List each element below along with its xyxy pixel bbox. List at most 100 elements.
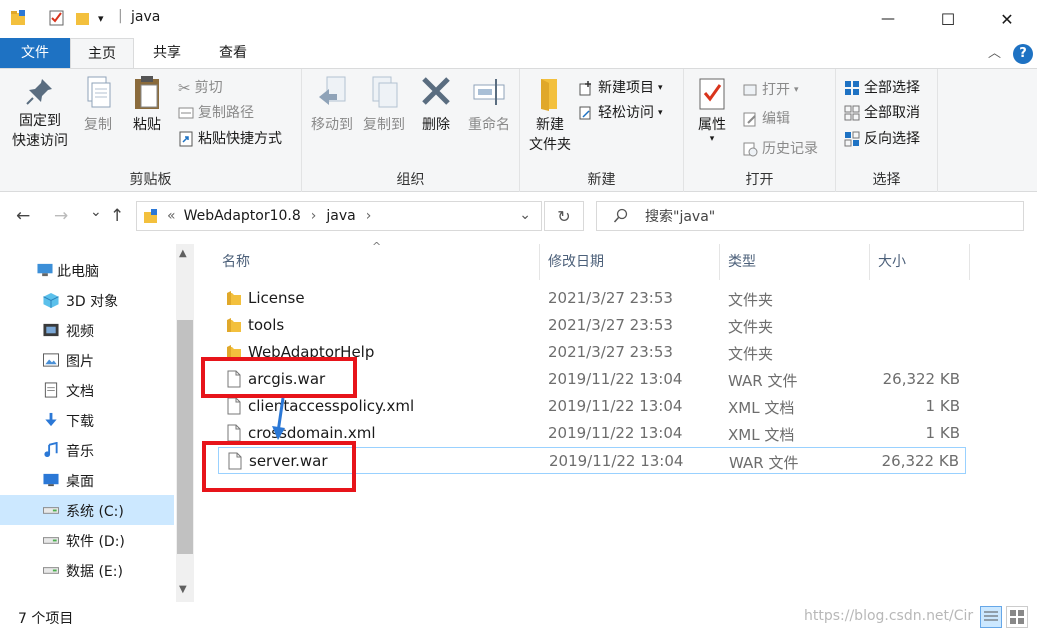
forward-button[interactable]: →	[54, 206, 68, 226]
paste-button[interactable]: 粘贴	[124, 75, 170, 135]
edit-button[interactable]: 编辑	[742, 108, 790, 130]
maximize-button[interactable]: ☐	[918, 0, 978, 38]
column-name-label: 名称	[222, 254, 250, 270]
scrollbar-thumb[interactable]	[177, 320, 193, 554]
scroll-up-icon[interactable]: ▲	[179, 248, 187, 259]
file-row[interactable]: tools 2021/3/27 23:53 文件夹	[218, 312, 966, 339]
pin-to-quick-access-button[interactable]: 固定到 快速访问	[4, 75, 76, 151]
help-button[interactable]: ?	[1013, 44, 1033, 64]
back-button[interactable]: ←	[16, 206, 30, 226]
history-button[interactable]: 历史记录	[742, 138, 818, 160]
file-list: 名称 ^ 修改日期 类型 大小 License 2021/3/27 23:53 文件…	[200, 240, 1037, 602]
nav-item-label: 软件 (D:)	[66, 534, 125, 550]
tab-view[interactable]: 查看	[200, 38, 266, 68]
file-size: 1 KB	[925, 424, 960, 442]
nav-pane-scrollbar[interactable]: ▲ ▼	[176, 244, 194, 602]
item-count: 7 个项目	[18, 611, 74, 627]
nav-item-5[interactable]: 文档	[0, 375, 174, 405]
tab-share[interactable]: 共享	[134, 38, 200, 68]
history-label: 历史记录	[762, 141, 818, 157]
new-folder-button[interactable]: 新建 文件夹	[524, 75, 576, 155]
file-name: tools	[248, 316, 285, 334]
refresh-button[interactable]: ↻	[544, 201, 584, 231]
file-name: crossdomain.xml	[248, 424, 376, 442]
select-none-icon	[844, 105, 860, 121]
pin-label-line1: 固定到	[19, 113, 61, 129]
folder-icon	[227, 291, 241, 305]
customize-quick-access-icon[interactable]: ▾	[98, 12, 116, 30]
new-folder-quick-access-icon[interactable]	[74, 9, 92, 27]
delete-label: 删除	[422, 117, 450, 133]
breadcrumb-item-webadaptor[interactable]: WebAdaptor10.8	[184, 208, 301, 224]
nav-item-11[interactable]: 数据 (E:)	[0, 555, 174, 585]
nav-item-7[interactable]: 音乐	[0, 435, 174, 465]
select-none-button[interactable]: 全部取消	[844, 102, 920, 124]
nav-item-9[interactable]: 系统 (C:)	[0, 495, 174, 525]
move-to-label: 移动到	[311, 117, 353, 133]
folder-app-icon	[11, 10, 25, 25]
recent-locations-button[interactable]: ⌄	[90, 204, 102, 220]
invert-selection-label: 反向选择	[864, 131, 920, 147]
column-header-date[interactable]: 修改日期	[540, 244, 720, 280]
breadcrumb-prefix: «	[167, 208, 176, 224]
file-icon	[227, 424, 241, 442]
new-item-button[interactable]: 新建项目 ▾	[578, 77, 663, 99]
minimize-button[interactable]: —	[858, 0, 918, 38]
up-button[interactable]: ↑	[110, 206, 124, 226]
paste-shortcut-button[interactable]: 粘贴快捷方式	[178, 128, 282, 150]
properties-button[interactable]: 属性 ▾	[690, 75, 734, 144]
copy-path-icon	[178, 107, 194, 119]
nav-item-4[interactable]: 图片	[0, 345, 174, 375]
invert-selection-button[interactable]: 反向选择	[844, 128, 920, 150]
tab-home[interactable]: 主页	[70, 38, 134, 68]
address-bar[interactable]: « WebAdaptor10.8 › java › ⌄	[136, 201, 542, 231]
new-folder-label-line2: 文件夹	[529, 137, 571, 153]
rename-button[interactable]: 重命名	[460, 75, 518, 135]
file-type: 文件夹	[728, 291, 774, 309]
properties-quick-access-icon[interactable]	[48, 9, 66, 27]
tab-file[interactable]: 文件	[0, 38, 70, 68]
nav-item-6[interactable]: 下载	[0, 405, 174, 435]
nav-item-3[interactable]: 视频	[0, 315, 174, 345]
cut-label: 剪切	[194, 80, 223, 96]
new-item-dropdown-icon: ▾	[658, 83, 663, 93]
file-type: XML 文档	[728, 426, 795, 444]
details-view-button[interactable]	[980, 606, 1002, 628]
copy-button[interactable]: 复制	[76, 75, 120, 135]
collapse-ribbon-button[interactable]: ︿	[988, 42, 1001, 61]
copy-path-button[interactable]: 复制路径	[178, 102, 254, 124]
file-date: 2021/3/27 23:53	[548, 289, 673, 307]
move-to-button[interactable]: 移动到	[306, 75, 358, 135]
annotation-box-server	[202, 441, 356, 492]
open-label: 打开	[762, 82, 790, 98]
large-icons-view-button[interactable]	[1006, 606, 1028, 628]
nav-item-2[interactable]: 3D 对象	[0, 285, 174, 315]
address-dropdown-icon[interactable]: ⌄	[519, 207, 531, 223]
address-folder-icon	[144, 209, 157, 223]
breadcrumb-item-java[interactable]: java	[326, 208, 355, 224]
invert-selection-icon	[844, 131, 860, 147]
copy-path-label: 复制路径	[198, 105, 254, 121]
properties-label: 属性	[698, 117, 726, 133]
annotation-arrow-icon	[272, 397, 285, 440]
select-all-button[interactable]: 全部选择	[844, 77, 920, 99]
nav-item-8[interactable]: 桌面	[0, 465, 174, 495]
easy-access-button[interactable]: 轻松访问 ▾	[578, 102, 663, 124]
column-header-size[interactable]: 大小	[870, 244, 970, 280]
delete-button[interactable]: 删除	[416, 75, 456, 135]
column-header-type[interactable]: 类型	[720, 244, 870, 280]
select-none-label: 全部取消	[864, 105, 920, 121]
scroll-down-icon[interactable]: ▼	[179, 584, 187, 595]
file-row[interactable]: License 2021/3/27 23:53 文件夹	[218, 285, 966, 312]
download-icon	[45, 412, 57, 427]
close-button[interactable]: ✕	[977, 0, 1037, 38]
search-box[interactable]: 搜索"java"	[596, 201, 1024, 231]
copy-to-button[interactable]: 复制到	[358, 75, 410, 135]
open-button[interactable]: 打开 ▾	[742, 79, 799, 101]
cut-button[interactable]: ✂ 剪切	[178, 77, 223, 99]
edit-label: 编辑	[762, 111, 790, 127]
nav-item-1[interactable]: 此电脑	[0, 255, 174, 285]
nav-item-label: 图片	[66, 354, 94, 370]
nav-item-label: 文档	[66, 384, 94, 400]
nav-item-10[interactable]: 软件 (D:)	[0, 525, 174, 555]
